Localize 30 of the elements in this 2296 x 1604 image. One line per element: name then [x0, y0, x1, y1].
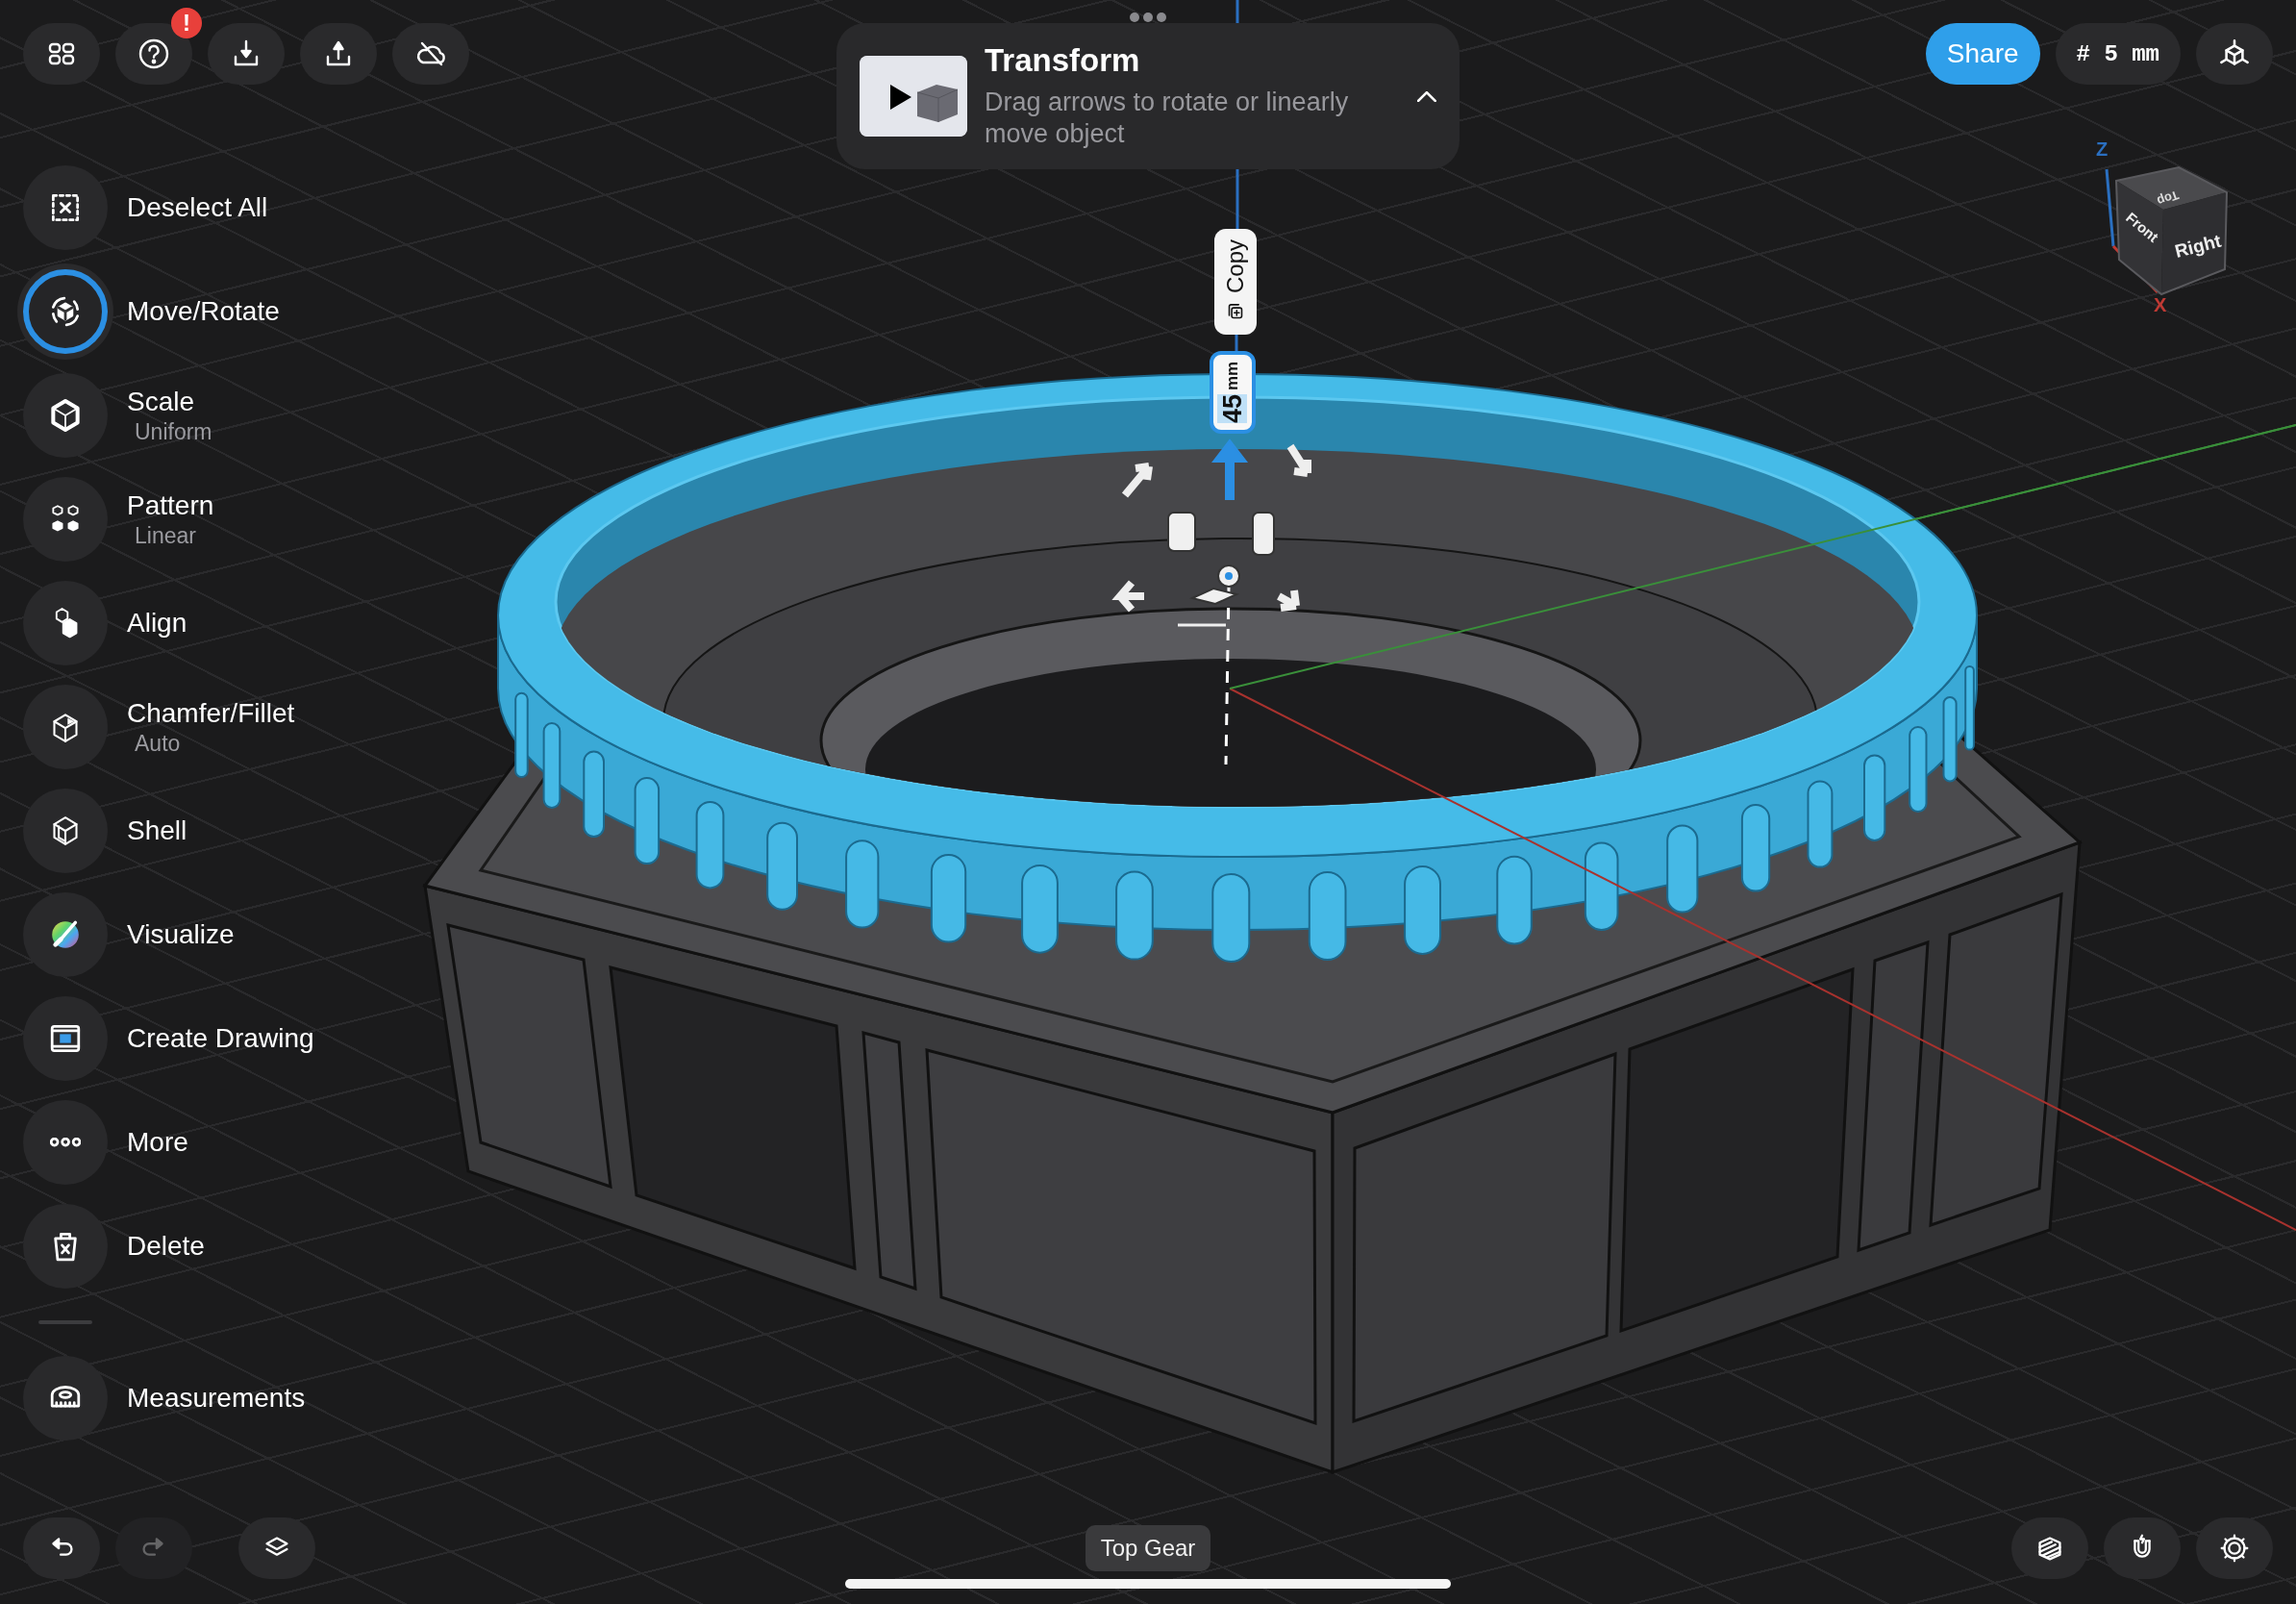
- tool-label: Move/Rotate: [127, 296, 280, 327]
- tool-label: Align: [127, 608, 187, 639]
- tool-label: Scale: [127, 386, 196, 417]
- tool-subtitle: Uniform: [134, 418, 212, 445]
- tutorial-description: Drag arrows to rotate or linearly move object: [985, 87, 1350, 150]
- object-name-label: Top Gear: [1085, 1525, 1211, 1571]
- copy-button[interactable]: Copy: [1214, 229, 1257, 335]
- tool-label: More: [127, 1127, 188, 1158]
- move-gizmo-drawing[interactable]: [1111, 439, 1311, 627]
- tool-subtitle: Auto: [134, 730, 182, 757]
- tool-label: Deselect All: [127, 192, 268, 223]
- cube-face-label: Right: [2172, 230, 2224, 262]
- z-axis-line: [1235, 335, 1238, 351]
- cube-face-label: Top: [2155, 188, 2182, 210]
- tutorial-title: Transform: [985, 42, 1141, 79]
- more-icon: [49, 1138, 82, 1147]
- tool-label: Shell: [127, 815, 187, 846]
- tool-subtitle: Linear: [134, 522, 197, 549]
- chevron-icon: [1417, 90, 1436, 102]
- tool-label: Pattern: [127, 489, 214, 521]
- video-thumbnail[interactable]: [860, 56, 967, 137]
- tool-label: Visualize: [127, 919, 235, 950]
- collapse-button[interactable]: [1417, 90, 1436, 102]
- tool-label: Create Drawing: [127, 1023, 314, 1054]
- drag-handle-icon[interactable]: [1129, 12, 1167, 23]
- distance-field[interactable]: 45mm: [1210, 351, 1256, 434]
- tool-label: Measurements: [127, 1383, 306, 1414]
- z-axis-indicator: Z: [2096, 138, 2115, 247]
- tool-label: Chamfer/Fillet: [127, 697, 295, 729]
- tool-label: Delete: [127, 1231, 205, 1262]
